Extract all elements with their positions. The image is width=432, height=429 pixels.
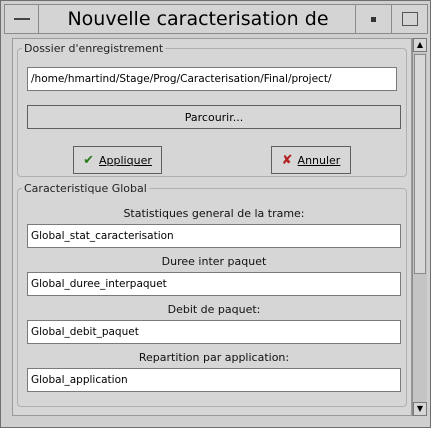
stats-caption: Statistiques general de la trame:	[123, 207, 305, 220]
folder-path-field[interactable]: /home/hmartind/Stage/Prog/Caracterisatio…	[27, 67, 397, 91]
window-title: Nouvelle caracterisation de trace	[67, 8, 329, 58]
interpacket-caption: Duree inter paquet	[161, 255, 267, 268]
scrollbar-thumb[interactable]	[414, 54, 426, 274]
folder-group-legend: Dossier d'enregistrement	[24, 42, 164, 55]
cancel-button[interactable]: ✘ Annuler	[271, 146, 351, 174]
browse-button[interactable]: Parcourir...	[27, 105, 401, 129]
rate-field[interactable]: Global_debit_paquet	[27, 320, 401, 344]
window-menu-icon	[13, 18, 30, 20]
maximize-icon	[401, 12, 418, 26]
stats-field[interactable]: Global_stat_caracterisation	[27, 224, 401, 248]
window-menu-button[interactable]	[5, 5, 39, 33]
cancel-button-label: Annuler	[297, 153, 341, 167]
browse-button-label: Parcourir...	[184, 110, 244, 124]
minimize-icon	[371, 16, 376, 22]
scroll-up-arrow-icon[interactable]: ▲	[413, 38, 427, 52]
global-group-legend: Caracteristique Global	[24, 182, 147, 195]
dialog-content: Dossier d'enregistrement /home/hmartind/…	[12, 38, 412, 416]
application-field[interactable]: Global_application	[27, 368, 401, 392]
apply-button-label: Appliquer	[99, 153, 152, 167]
title-bar[interactable]: Nouvelle caracterisation de trace	[4, 4, 428, 58]
application-caption: Repartition par application:	[138, 351, 290, 364]
interpacket-field[interactable]: Global_duree_interpaquet	[27, 272, 401, 296]
checkmark-icon: ✔	[83, 152, 95, 168]
vertical-scrollbar[interactable]: ▲ ▼	[412, 38, 427, 416]
maximize-button[interactable]	[391, 5, 427, 33]
minimize-button[interactable]	[355, 5, 391, 33]
cross-icon: ✘	[281, 152, 293, 168]
rate-caption: Debit de paquet:	[167, 303, 261, 316]
apply-button[interactable]: ✔ Appliquer	[73, 146, 162, 174]
scroll-down-arrow-icon[interactable]: ▼	[413, 402, 427, 416]
